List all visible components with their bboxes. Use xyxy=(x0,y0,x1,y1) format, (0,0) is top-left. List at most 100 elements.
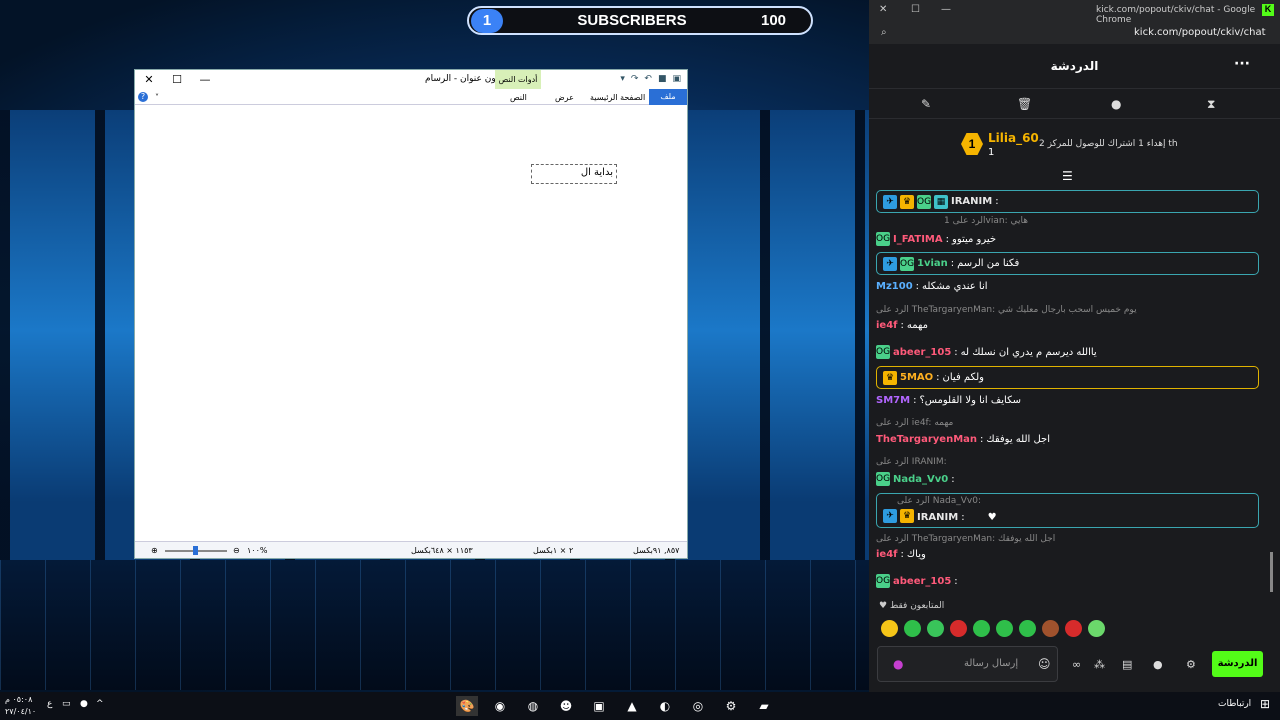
close-icon[interactable]: ✕ xyxy=(135,73,163,86)
folder-icon[interactable]: ▰ xyxy=(753,696,775,716)
heart-icon[interactable]: ♥ xyxy=(988,512,997,523)
zoom-thumb[interactable] xyxy=(193,546,198,555)
steam-icon[interactable]: ⚙ xyxy=(720,696,742,716)
username[interactable]: IRANIM xyxy=(951,196,992,207)
infinity-icon[interactable]: ∞ xyxy=(1072,658,1081,671)
username[interactable]: 5MAO xyxy=(900,372,933,383)
zoom-out-icon[interactable]: ⊕ xyxy=(151,546,158,555)
tab-text[interactable]: النص xyxy=(510,93,527,102)
tab-text-tools[interactable]: أدوات النص xyxy=(495,70,541,89)
gear-icon[interactable]: ⚙ xyxy=(1186,658,1196,671)
microphone-icon[interactable]: ● xyxy=(80,699,88,709)
trash-icon[interactable]: 🗑 xyxy=(1017,97,1032,111)
app-icon[interactable]: ◐ xyxy=(654,696,676,716)
app-icon[interactable]: ◍ xyxy=(522,696,544,716)
share-icon[interactable]: ⁂ xyxy=(1094,658,1105,671)
username[interactable]: ie4f xyxy=(876,320,898,331)
tab-view[interactable]: عرض xyxy=(555,93,574,102)
username[interactable]: ie4f xyxy=(876,549,898,560)
message-text: سكايف انا ولا القلومس؟ xyxy=(919,395,1021,406)
paint-title: بدون عنوان - الرسام xyxy=(425,74,503,84)
app-icon[interactable]: ◉ xyxy=(489,696,511,716)
scrollbar[interactable] xyxy=(1270,552,1273,592)
undo-icon[interactable]: ↶ xyxy=(644,74,652,84)
emote-icon[interactable] xyxy=(1042,620,1059,637)
zoom-slider[interactable] xyxy=(165,546,227,555)
emote-icon[interactable] xyxy=(927,620,944,637)
windows-start-icon[interactable]: ⊞ xyxy=(1260,697,1270,711)
save-icon[interactable]: ■ xyxy=(658,74,667,84)
paint-canvas[interactable]: بداية ال xyxy=(135,108,687,540)
chat-message: ie4f: مهمه xyxy=(876,320,929,331)
chat-bubble-icon[interactable]: ● xyxy=(1153,658,1163,671)
message-input[interactable]: ● إرسال رسالة ☺ xyxy=(877,646,1058,682)
search-label[interactable]: ارتباطات xyxy=(1218,699,1251,709)
chevron-down-icon[interactable]: ˅ xyxy=(155,93,159,102)
username[interactable]: SM7M xyxy=(876,395,910,406)
pinned-username[interactable]: Lilia_60 xyxy=(988,131,1039,145)
username[interactable]: Mz100 xyxy=(876,281,913,292)
app-icon[interactable]: ▲ xyxy=(621,696,643,716)
cursor-position: ٨٥٧, ٩١بكسل xyxy=(633,546,680,555)
og-badge-icon: OG xyxy=(876,345,891,359)
emote-icon[interactable] xyxy=(904,620,921,637)
emote-icon[interactable] xyxy=(1065,620,1082,637)
username[interactable]: IRANIM xyxy=(917,512,958,523)
desktop-floor xyxy=(0,560,870,690)
paint-taskbar-icon[interactable]: 🎨 xyxy=(456,696,478,716)
chat-message: ✈ OG 1vian: فكنا من الرسم xyxy=(876,252,1259,275)
emote-icon[interactable] xyxy=(881,620,898,637)
subscriber-label: SUBSCRIBERS xyxy=(577,12,687,29)
chat-message: OG I_FATIMA: خيرو ميتوو xyxy=(876,232,997,246)
emote-icon[interactable] xyxy=(1088,620,1105,637)
more-options-icon[interactable]: ··· xyxy=(1234,56,1250,72)
address-bar[interactable]: kick.com/popout/ckiv/chat xyxy=(1134,27,1266,38)
close-icon[interactable]: ✕ xyxy=(879,4,887,15)
reply-context: الرد على TheTargaryenMan: اجل الله يوفقك xyxy=(876,534,1056,544)
emote-icon[interactable] xyxy=(996,620,1013,637)
username[interactable]: 1vian xyxy=(917,258,948,269)
maximize-icon[interactable]: ☐ xyxy=(163,73,191,86)
emote-icon[interactable] xyxy=(1019,620,1036,637)
help-icon[interactable]: ? xyxy=(138,92,148,102)
microphone-icon[interactable]: ● xyxy=(893,657,903,671)
zoom-icon[interactable]: ⌕ xyxy=(881,27,887,38)
reply-context: الرد على ie4f: مهمه xyxy=(876,418,954,428)
minimize-icon[interactable]: — xyxy=(191,73,219,86)
username[interactable]: TheTargaryenMan xyxy=(876,434,977,445)
language-indicator[interactable]: ع xyxy=(47,699,52,709)
app-icon[interactable]: ▣ xyxy=(588,696,610,716)
hourglass-icon[interactable]: ⧗ xyxy=(1207,97,1215,112)
quick-access-toolbar: ▾ ↷ ↶ ■ ▣ xyxy=(620,74,681,84)
maximize-icon[interactable]: ☐ xyxy=(911,4,920,15)
message-text: خيرو ميتوو xyxy=(951,233,997,245)
badge-icon: ✈ xyxy=(883,256,897,271)
text-box[interactable]: بداية ال xyxy=(531,164,617,184)
emote-icon[interactable] xyxy=(973,620,990,637)
chevron-down-icon[interactable]: ▾ xyxy=(620,74,625,84)
username[interactable]: abeer_105 xyxy=(893,347,951,358)
expand-icon[interactable]: ☰ xyxy=(1062,169,1073,183)
tab-home[interactable]: الصفحة الرئيسية xyxy=(590,93,645,102)
gift-icon: ▦ xyxy=(934,194,948,209)
emoji-icon[interactable]: ☺ xyxy=(1038,657,1051,671)
clock[interactable]: ٠٥:٠٨ م ٢٧/٠٤/١٠ xyxy=(5,694,36,718)
input-placeholder: إرسال رسالة xyxy=(964,658,1019,669)
tab-file[interactable]: ملف xyxy=(649,89,687,105)
username[interactable]: I_FATIMA xyxy=(893,234,943,245)
discord-icon[interactable]: ☻ xyxy=(555,696,577,716)
username[interactable]: abeer_105 xyxy=(893,576,951,587)
minimize-icon[interactable]: — xyxy=(941,4,951,15)
pin-icon[interactable]: ✎ xyxy=(921,97,931,111)
emote-icon[interactable] xyxy=(950,620,967,637)
zoom-in-icon[interactable]: ⊖ xyxy=(233,546,240,555)
rank-badge: 1 xyxy=(961,133,983,155)
network-icon[interactable]: ▭ xyxy=(62,699,71,709)
store-icon[interactable]: ▤ xyxy=(1122,658,1132,671)
redo-icon[interactable]: ↷ xyxy=(631,74,639,84)
chat-bubble-icon[interactable]: ● xyxy=(1111,97,1121,111)
chat-send-button[interactable]: الدردشة xyxy=(1212,651,1263,677)
chrome-icon[interactable]: ◎ xyxy=(687,696,709,716)
chevron-up-icon[interactable]: ^ xyxy=(96,699,104,709)
username[interactable]: Nada_Vv0 xyxy=(893,474,948,485)
